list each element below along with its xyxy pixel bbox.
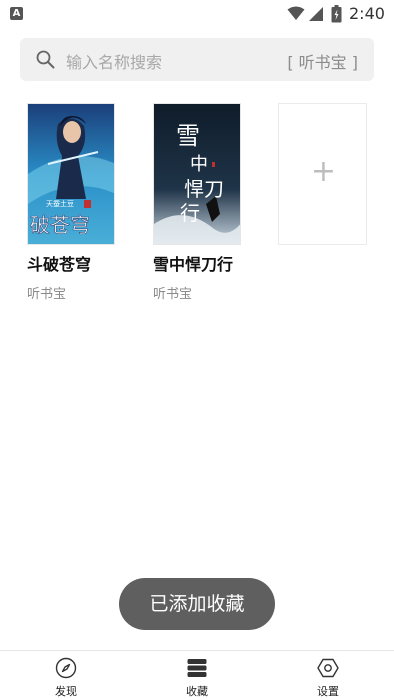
book-cover[interactable]: 雪 中 悍刀 行	[153, 103, 241, 245]
book-title[interactable]: 雪中悍刀行	[153, 251, 273, 275]
bookshelf-icon	[187, 659, 207, 677]
search-input[interactable]: 输入名称搜索	[66, 49, 162, 73]
cellular-signal-icon	[309, 7, 323, 21]
settings-icon	[317, 658, 339, 678]
book-cover-author: 天蚕土豆	[46, 199, 74, 208]
battery-icon	[331, 5, 342, 23]
svg-text:悍刀: 悍刀	[184, 177, 224, 201]
svg-text:中: 中	[190, 154, 208, 175]
nav-label: 收藏	[186, 685, 208, 698]
bottom-navigation: 发现 收藏 设置	[0, 650, 394, 700]
notification-icon-letter: A	[12, 8, 21, 19]
book-source: 听书宝	[153, 287, 193, 302]
status-bar: A 2:40	[0, 0, 394, 28]
book-cover-title: 破苍穹	[30, 213, 90, 237]
notification-icon: A	[10, 7, 23, 20]
book-cover-art: 雪 中 悍刀 行	[154, 104, 240, 244]
add-book-button[interactable]: +	[278, 103, 367, 245]
search-source-selector[interactable]: [ 听书宝 ]	[287, 49, 358, 73]
book-cover-art: 天蚕土豆 破苍穹	[28, 104, 114, 244]
book-cover[interactable]: 天蚕土豆 破苍穹	[27, 103, 115, 245]
nav-label: 设置	[317, 685, 339, 698]
book-cover-title: 雪	[176, 122, 200, 150]
plus-icon: +	[310, 154, 337, 189]
nav-label: 发现	[55, 685, 77, 698]
compass-icon	[55, 657, 77, 679]
svg-text:行: 行	[180, 201, 200, 225]
nav-item-discover[interactable]: 发现	[26, 651, 106, 700]
book-source: 听书宝	[27, 287, 67, 302]
search-bar[interactable]: 输入名称搜索 [ 听书宝 ]	[20, 38, 374, 81]
nav-item-settings[interactable]: 设置	[288, 651, 368, 700]
book-title[interactable]: 斗破苍穹	[27, 251, 147, 275]
wifi-icon	[287, 6, 305, 20]
toast-message: 已添加收藏	[119, 578, 275, 630]
search-icon	[36, 50, 55, 69]
nav-item-favorites[interactable]: 收藏	[157, 651, 237, 700]
status-time: 2:40	[349, 4, 385, 23]
